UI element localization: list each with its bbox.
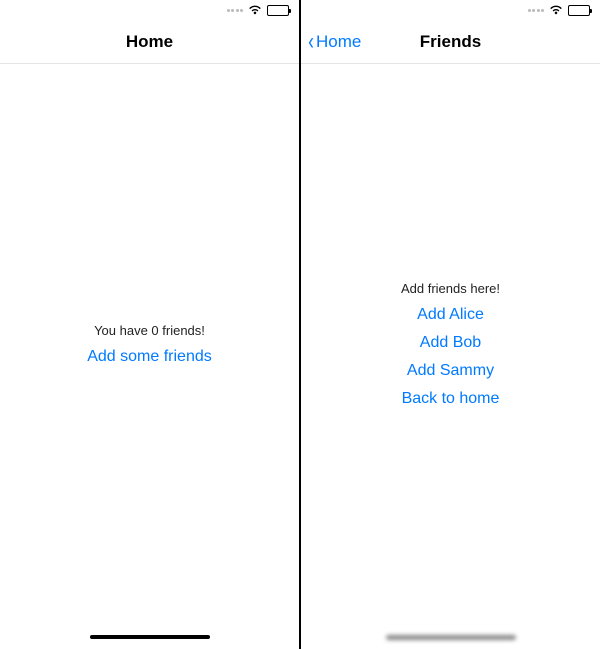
battery-icon [568,5,590,16]
cellular-signal-icon [528,9,545,12]
cellular-signal-icon [227,9,244,12]
back-button[interactable]: ‹ Home [301,30,361,54]
friend-count-label: You have 0 friends! [94,323,205,338]
add-alice-button[interactable]: Add Alice [417,306,484,324]
add-friends-heading: Add friends here! [401,281,500,296]
content-area: Add friends here! Add Alice Add Bob Add … [301,64,600,625]
add-bob-button[interactable]: Add Bob [420,334,481,352]
page-title: Home [0,32,299,52]
back-button-label: Home [316,32,361,52]
status-bar [0,0,299,20]
nav-bar: ‹ Home Friends [301,20,600,64]
add-friends-link[interactable]: Add some friends [87,348,212,366]
battery-icon [267,5,289,16]
home-screen: Home You have 0 friends! Add some friend… [0,0,300,649]
content-area: You have 0 friends! Add some friends [0,64,299,625]
wifi-icon [549,5,563,15]
friends-screen: ‹ Home Friends Add friends here! Add Ali… [300,0,600,649]
home-indicator-area [0,625,299,649]
chevron-left-icon: ‹ [308,30,314,54]
wifi-icon [248,5,262,15]
nav-bar: Home [0,20,299,64]
status-bar [301,0,600,20]
home-indicator[interactable] [386,635,516,640]
back-to-home-button[interactable]: Back to home [402,390,500,408]
home-indicator-area [301,625,600,649]
add-sammy-button[interactable]: Add Sammy [407,362,494,380]
home-indicator[interactable] [90,635,210,639]
